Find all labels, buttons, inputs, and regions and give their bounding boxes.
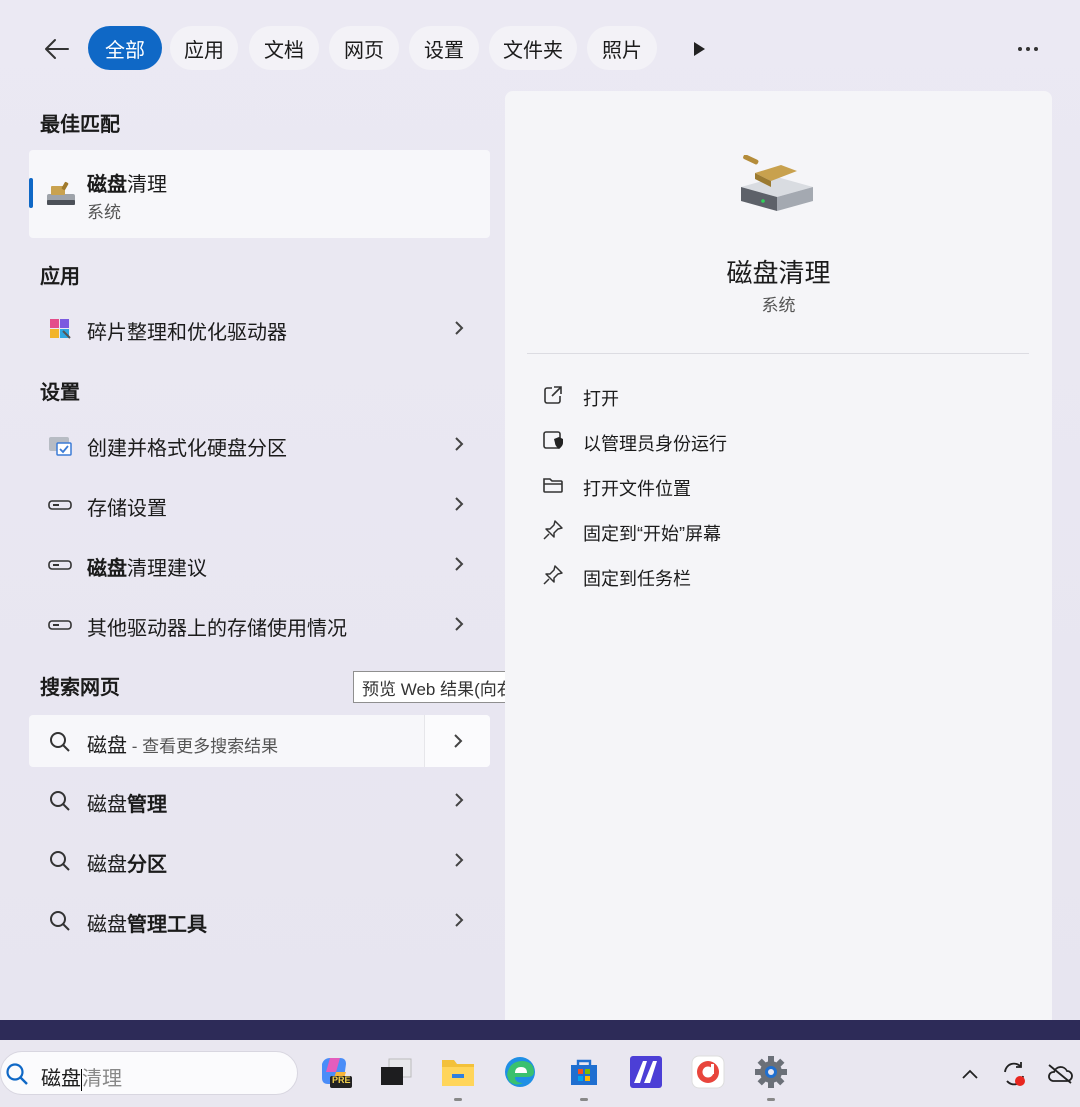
chevron-right-icon[interactable] [449,790,469,810]
running-indicator [454,1098,462,1101]
taskbar-search-box[interactable]: 磁盘清理 [0,1051,298,1095]
tab-folders[interactable]: 文件夹 [489,26,577,70]
tab-web[interactable]: 网页 [329,26,399,70]
search-icon [47,729,73,755]
tab-settings[interactable]: 设置 [409,26,479,70]
preview-app-subtitle: 系统 [761,296,796,315]
action-label: 打开 [583,389,619,409]
action-label: 打开文件位置 [583,479,691,499]
web-result-main[interactable]: 磁盘 - 查看更多搜索结果 [29,715,490,767]
settings-heading: 设置 [40,382,80,404]
setting-result-label: 创建并格式化硬盘分区 [87,438,287,460]
action-label: 固定到任务栏 [583,569,691,589]
web-result-label: 磁盘 - 查看更多搜索结果 [87,735,279,757]
web-result-label: 磁盘管理 [87,794,167,816]
cloud-offline-icon[interactable] [1046,1060,1074,1088]
chevron-right-icon[interactable] [449,614,469,634]
copilot-badge: PRE [332,1075,351,1085]
tab-all[interactable]: 全部 [88,26,162,70]
action-label: 以管理员身份运行 [583,434,727,454]
best-match-subtitle: 系统 [87,203,121,222]
back-arrow-icon[interactable] [40,32,74,66]
chevron-right-icon[interactable] [449,850,469,870]
action-pin-start[interactable]: 固定到“开始”屏幕 [541,513,1001,547]
apps-heading: 应用 [40,266,80,288]
search-icon [47,848,73,874]
file-explorer-icon[interactable] [438,1052,478,1092]
taskbar: 磁盘清理 PRE [0,1040,1080,1107]
action-open-location[interactable]: 打开文件位置 [541,468,1001,502]
disk-cleanup-icon [737,154,817,220]
copilot-icon[interactable]: PRE [314,1052,354,1092]
setting-result-other-drives[interactable]: 其他驱动器上的存储使用情况 [29,598,490,650]
drive-icon [47,552,73,578]
web-result-item[interactable]: 磁盘管理工具 [29,894,490,946]
setting-result-label: 磁盘清理建议 [87,558,207,580]
action-run-as-admin[interactable]: 以管理员身份运行 [541,423,1001,457]
disk-management-icon [47,432,73,458]
web-search-heading: 搜索网页 [40,677,120,699]
running-indicator [580,1098,588,1101]
app-icon[interactable] [626,1052,666,1092]
best-match-title: 磁盘清理 [87,174,167,196]
app-result-label: 碎片整理和优化驱动器 [87,322,287,344]
chevron-right-icon[interactable] [449,554,469,574]
red-app-icon[interactable] [688,1052,728,1092]
store-icon[interactable] [564,1052,604,1092]
chevron-right-icon[interactable] [449,318,469,338]
setting-result-cleanup-suggestions[interactable]: 磁盘清理建议 [29,538,490,590]
app-result-defrag[interactable]: 碎片整理和优化驱动器 [29,302,490,354]
search-panel: 全部 应用 文档 网页 设置 文件夹 照片 最佳匹配 磁盘清理 系统 应用 碎片… [0,0,1080,1020]
web-result-item[interactable]: 磁盘分区 [29,834,490,886]
chevron-right-icon[interactable] [449,910,469,930]
chevron-up-icon[interactable] [956,1060,984,1088]
selection-indicator [29,178,33,208]
edge-icon[interactable] [500,1052,540,1092]
more-options-icon[interactable] [1012,34,1044,64]
search-icon [47,908,73,934]
chevron-right-icon[interactable] [449,494,469,514]
preview-app-title: 磁盘清理 [726,258,831,288]
task-view-icon[interactable] [376,1052,416,1092]
desktop-background [0,1020,1080,1040]
running-indicator [767,1098,775,1101]
web-result-item[interactable]: 磁盘管理 [29,774,490,826]
defrag-icon [47,316,73,342]
web-result-label: 磁盘分区 [87,854,167,876]
search-icon [47,788,73,814]
best-match-result[interactable]: 磁盘清理 系统 [29,150,490,238]
open-external-icon [541,384,565,406]
web-result-label: 磁盘管理工具 [87,914,207,936]
setting-result-label: 存储设置 [87,498,167,520]
pin-icon [541,519,565,541]
folder-icon [541,474,565,496]
search-icon [5,1062,29,1091]
action-pin-taskbar[interactable]: 固定到任务栏 [541,558,1001,592]
shield-admin-icon [541,429,565,451]
preview-pane: 磁盘清理 系统 打开 以管理员身份运行 打开文件位置 固定到“开始”屏幕 固定到… [505,91,1052,1020]
settings-icon[interactable] [751,1052,791,1092]
drive-icon [47,492,73,518]
search-query[interactable]: 磁盘清理 [41,1062,122,1091]
best-match-heading: 最佳匹配 [40,114,120,136]
chevron-right-icon[interactable] [449,434,469,454]
setting-result-partition[interactable]: 创建并格式化硬盘分区 [29,418,490,470]
divider [527,353,1029,354]
setting-result-storage[interactable]: 存储设置 [29,478,490,530]
drive-icon [47,612,73,638]
play-more-icon[interactable] [684,34,714,64]
tab-photos[interactable]: 照片 [587,26,657,70]
web-preview-button[interactable] [424,715,490,767]
sync-icon[interactable] [1000,1060,1028,1088]
tab-documents[interactable]: 文档 [249,26,319,70]
pin-icon [541,564,565,586]
filter-bar: 全部 应用 文档 网页 设置 文件夹 照片 [0,24,1080,72]
disk-cleanup-icon [45,180,77,213]
action-label: 固定到“开始”屏幕 [583,524,721,544]
setting-result-label: 其他驱动器上的存储使用情况 [87,618,347,640]
tab-apps[interactable]: 应用 [170,26,238,70]
action-open[interactable]: 打开 [541,378,1001,412]
